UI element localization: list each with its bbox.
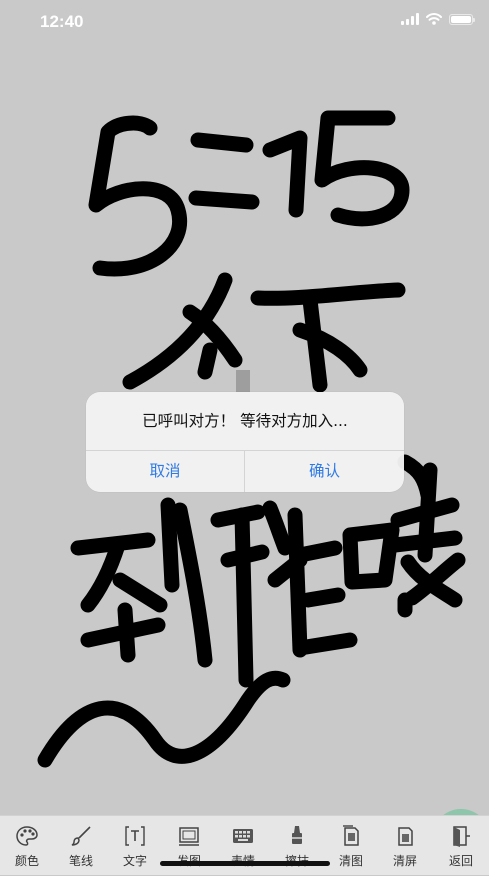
tool-clear-screen[interactable]: 清屏	[378, 816, 432, 876]
exit-door-icon	[453, 826, 470, 847]
brush-icon	[71, 826, 91, 846]
tool-label: 颜色	[14, 854, 39, 868]
status-icons	[401, 13, 475, 25]
text-icon	[125, 826, 145, 846]
keyboard-icon	[233, 829, 253, 843]
tool-text[interactable]: 文字	[108, 816, 162, 876]
tool-eraser[interactable]: 擦抹	[270, 816, 324, 876]
call-waiting-dialog: 已呼叫对方！ 等待对方加入... 取消 确认	[86, 392, 404, 492]
clear-screen-icon	[398, 827, 413, 846]
tool-back[interactable]: 返回	[434, 816, 488, 876]
tool-label: 清图	[338, 854, 363, 868]
battery-icon	[449, 13, 475, 25]
bottom-toolbar: 颜色 笔线 文字 发图 表情	[0, 815, 489, 875]
tool-label: 返回	[448, 854, 473, 868]
confirm-button[interactable]: 确认	[245, 451, 404, 492]
tool-clear-image[interactable]: 清图	[324, 816, 378, 876]
home-indicator[interactable]	[160, 861, 330, 866]
status-bar: 12:40	[0, 0, 489, 44]
eraser-icon	[292, 826, 302, 844]
tool-label: 文字	[122, 854, 147, 868]
tool-send-image[interactable]: 发图	[162, 816, 216, 876]
tool-emoji[interactable]: 表情	[216, 816, 270, 876]
tool-label: 清屏	[392, 854, 417, 868]
status-time: 12:40	[40, 12, 84, 31]
tool-label: 笔线	[68, 854, 93, 868]
cancel-button[interactable]: 取消	[86, 451, 244, 492]
tool-brush[interactable]: 笔线	[54, 816, 108, 876]
cellular-signal-icon	[401, 13, 419, 25]
tool-color[interactable]: 颜色	[0, 816, 54, 876]
palette-icon	[16, 826, 38, 846]
dialog-message: 已呼叫对方！ 等待对方加入...	[142, 412, 348, 430]
wifi-icon	[426, 13, 442, 25]
clear-image-icon	[343, 825, 359, 846]
image-icon	[179, 827, 199, 846]
